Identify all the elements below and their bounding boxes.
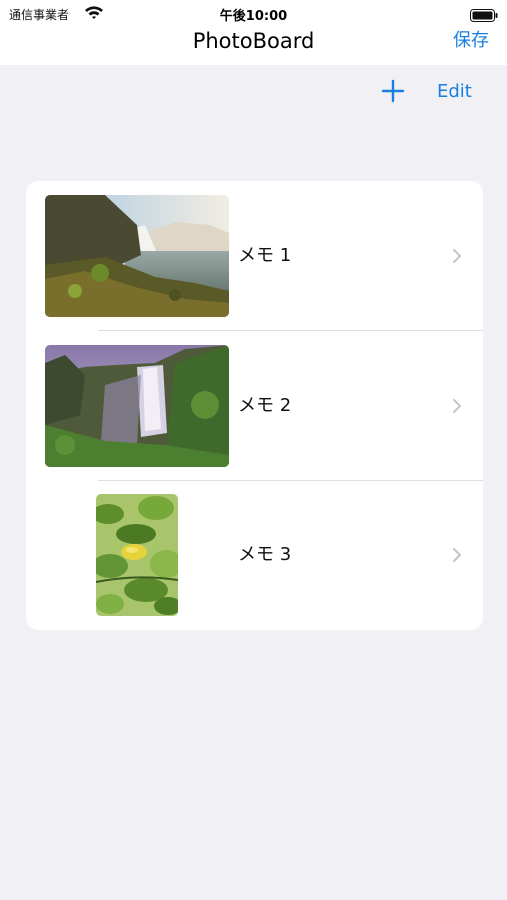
list-item[interactable]: メモ 2 xyxy=(26,331,483,481)
plus-icon xyxy=(381,79,405,103)
chevron-right-icon xyxy=(452,547,462,563)
page-title: PhotoBoard xyxy=(192,29,315,53)
add-button[interactable] xyxy=(380,78,406,104)
memo-label: メモ 2 xyxy=(238,395,292,416)
memo-2-thumbnail xyxy=(45,345,229,467)
clock: 午後10:00 xyxy=(219,9,288,24)
memo-3-thumbnail xyxy=(96,494,178,616)
edit-button[interactable]: Edit xyxy=(437,80,472,104)
battery-icon xyxy=(470,7,498,22)
chevron-right-icon xyxy=(452,248,462,264)
list-item[interactable]: メモ 3 xyxy=(26,481,483,630)
chevron-right-icon xyxy=(452,398,462,414)
memo-1-thumbnail xyxy=(45,195,229,317)
memo-label: メモ 1 xyxy=(238,245,292,266)
memo-list: メモ 1 メモ 2 メモ 3 xyxy=(26,181,483,630)
memo-label: メモ 3 xyxy=(238,544,292,565)
status-bar: 通信事業者 午後10:00 xyxy=(0,0,507,28)
list-item[interactable]: メモ 1 xyxy=(26,181,483,331)
save-button[interactable]: 保存 xyxy=(453,28,489,54)
navigation-bar: PhotoBoard 保存 xyxy=(0,28,507,65)
